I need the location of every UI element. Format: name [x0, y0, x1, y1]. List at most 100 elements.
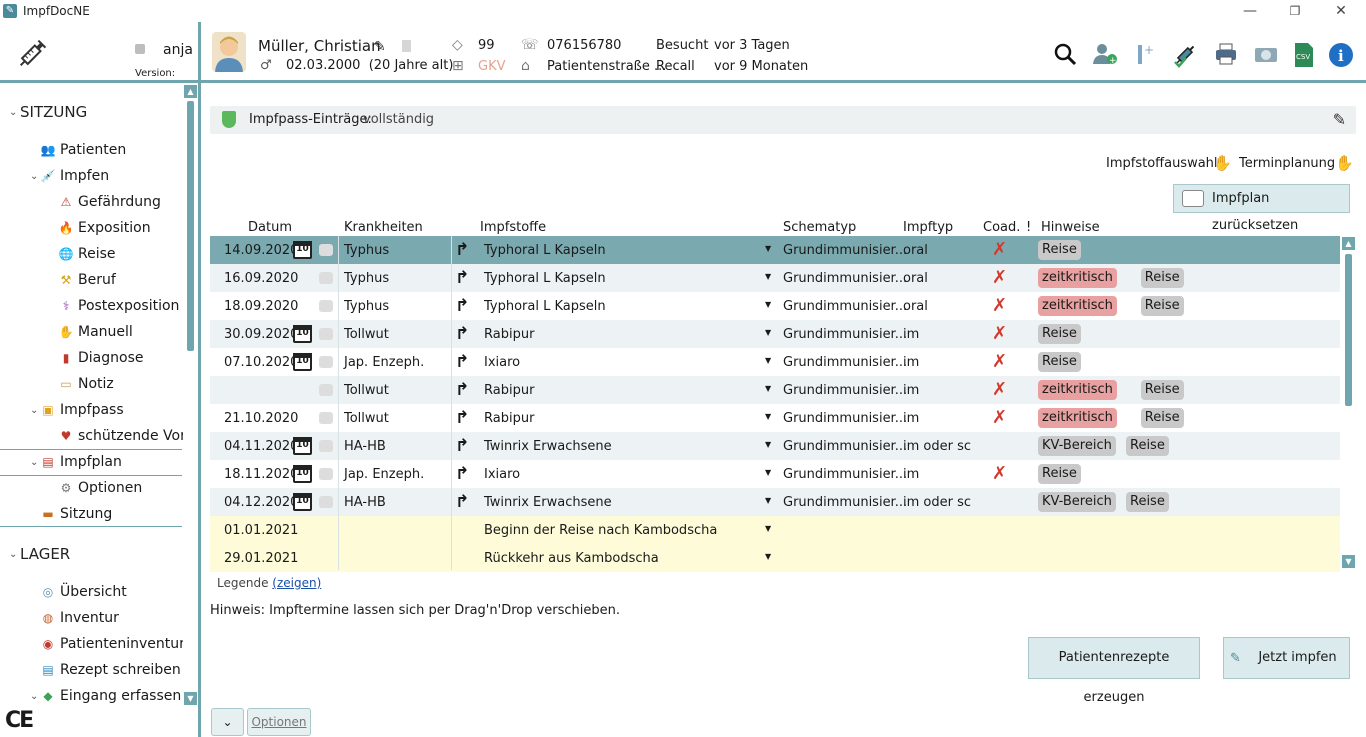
- table-row[interactable]: 29.01.2021 Rückkehr aus Kambodscha ▼: [210, 544, 1340, 572]
- scroll-thumb[interactable]: [187, 101, 194, 351]
- sidebar-item-postexposition[interactable]: ⚕ Postexposition: [58, 298, 180, 314]
- cell-schema[interactable]: Grundimmunisier...: [783, 271, 907, 286]
- restore-button[interactable]: ❐: [1280, 2, 1310, 20]
- cell-impftyp[interactable]: oral: [903, 243, 928, 258]
- cell-date[interactable]: 30.09.2020: [224, 327, 298, 342]
- chevron-down-icon[interactable]: ⌄: [30, 691, 38, 702]
- lock-icon[interactable]: [319, 356, 333, 368]
- cell-vaccine[interactable]: Twinrix Erwachsene: [484, 439, 612, 454]
- cell-event[interactable]: Beginn der Reise nach Kambodscha: [484, 523, 717, 538]
- sidebar-item-schuetzende-vorerkrankungen[interactable]: ♥schützende Vorer: [58, 428, 183, 444]
- forward-arrow-icon[interactable]: ↱: [455, 408, 469, 428]
- options-button[interactable]: Optionen: [247, 708, 311, 736]
- cell-schema[interactable]: Grundimmunisier...: [783, 411, 907, 426]
- dropdown-arrow-icon[interactable]: ▼: [765, 496, 771, 505]
- search-icon[interactable]: [1051, 42, 1079, 70]
- table-row[interactable]: 04.12.2020 10 HA-HB ↱ Twinrix Erwachsene ▼ Gru…: [210, 488, 1340, 516]
- lock-icon[interactable]: [319, 244, 333, 256]
- table-row[interactable]: 16.09.2020 Typhus ↱ Typhoral L Kapseln ▼ Grun…: [210, 264, 1340, 292]
- dropdown-arrow-icon[interactable]: ▼: [765, 328, 771, 337]
- lock-icon[interactable]: [319, 468, 333, 480]
- header-hinweise[interactable]: Hinweise: [1041, 220, 1100, 235]
- sidebar-item-notiz[interactable]: ▭ Notiz: [58, 376, 113, 392]
- cell-vaccine[interactable]: Rabipur: [484, 327, 534, 342]
- sidebar-item-optionen[interactable]: ⚙ Optionen: [58, 480, 143, 496]
- scroll-up-button[interactable]: ▲: [1342, 237, 1355, 250]
- chevron-down-icon[interactable]: ⌄: [30, 171, 38, 182]
- table-row[interactable]: 07.10.2020 10 Jap. Enzeph. ↱ Ixiaro ▼ Grundimm…: [210, 348, 1340, 376]
- forward-arrow-icon[interactable]: ↱: [455, 492, 469, 512]
- cell-impftyp[interactable]: im: [903, 327, 919, 342]
- info-icon[interactable]: i: [1327, 42, 1355, 70]
- table-row[interactable]: 04.11.2020 10 HA-HB ↱ Twinrix Erwachsene ▼ Gru…: [210, 432, 1340, 460]
- minimize-button[interactable]: —: [1235, 2, 1265, 20]
- create-prescriptions-button[interactable]: Patientenrezepte erzeugen: [1028, 637, 1200, 705]
- sidebar-section-lager[interactable]: LAGER: [20, 545, 70, 563]
- forward-arrow-icon[interactable]: ↱: [455, 296, 469, 316]
- sidebar-item-inventur[interactable]: ◍ Inventur: [40, 610, 119, 626]
- cell-date[interactable]: 04.11.2020: [224, 439, 298, 454]
- cell-date[interactable]: 07.10.2020: [224, 355, 298, 370]
- csv-icon[interactable]: CSV: [1290, 42, 1318, 70]
- lock-icon[interactable]: [319, 496, 333, 508]
- calendar-icon[interactable]: 10: [293, 465, 312, 483]
- cell-schema[interactable]: Grundimmunisier...: [783, 383, 907, 398]
- cell-vaccine[interactable]: Typhoral L Kapseln: [484, 243, 606, 258]
- dropdown-arrow-icon[interactable]: ▼: [765, 244, 771, 253]
- scroll-down-button[interactable]: ▼: [184, 692, 197, 705]
- sidebar-item-patienten[interactable]: 👥 Patienten: [40, 142, 127, 158]
- lock-icon[interactable]: [319, 300, 333, 312]
- sidebar-item-sitzung[interactable]: ▬ Sitzung: [40, 506, 112, 522]
- sidebar-item-impfen[interactable]: 💉 Impfen: [40, 168, 110, 184]
- cell-schema[interactable]: Grundimmunisier...: [783, 243, 907, 258]
- forward-arrow-icon[interactable]: ↱: [455, 240, 469, 260]
- header-impfstoffe[interactable]: Impfstoffe: [480, 220, 546, 235]
- dropdown-arrow-icon[interactable]: ▼: [765, 524, 771, 533]
- cell-impftyp[interactable]: im oder sc: [903, 495, 971, 510]
- calendar-icon[interactable]: 10: [293, 493, 312, 511]
- cell-schema[interactable]: Grundimmunisier...: [783, 327, 907, 342]
- vaccinate-now-button[interactable]: ✎ Jetzt impfen: [1223, 637, 1350, 679]
- sidebar-item-patienteninventur[interactable]: ◉ Patienteninventur: [40, 636, 185, 652]
- cell-vaccine[interactable]: Twinrix Erwachsene: [484, 495, 612, 510]
- patient-avatar[interactable]: [212, 32, 246, 72]
- cell-schema[interactable]: Grundimmunisier...: [783, 467, 907, 482]
- table-row[interactable]: 01.01.2021 Beginn der Reise nach Kambodsc…: [210, 516, 1340, 544]
- dropdown-arrow-icon[interactable]: ▼: [765, 272, 771, 281]
- sidebar-item-diagnose[interactable]: ▮ Diagnose: [58, 350, 144, 366]
- sidebar-item-rezept-schreiben[interactable]: ▤ Rezept schreiben: [40, 662, 180, 678]
- sidebar-item-impfplan[interactable]: ▤ Impfplan: [40, 454, 121, 470]
- header-schematyp[interactable]: Schematyp: [783, 220, 856, 235]
- table-row[interactable]: 18.11.2020 10 Jap. Enzeph. ↱ Ixiaro ▼ Grundimm…: [210, 460, 1340, 488]
- cell-event[interactable]: Rückkehr aus Kambodscha: [484, 551, 659, 566]
- dropdown-arrow-icon[interactable]: ▼: [765, 440, 771, 449]
- sidebar-item-beruf[interactable]: ⚒ Beruf: [58, 272, 116, 288]
- lock-icon[interactable]: [135, 44, 145, 54]
- forward-arrow-icon[interactable]: ↱: [455, 436, 469, 456]
- cell-vaccine[interactable]: Typhoral L Kapseln: [484, 299, 606, 314]
- scroll-up-button[interactable]: ▲: [184, 85, 197, 98]
- hand-icon[interactable]: ✋: [1335, 154, 1354, 172]
- panel-divider[interactable]: [198, 22, 201, 737]
- cell-vaccine[interactable]: Ixiaro: [484, 355, 520, 370]
- header-krankheiten[interactable]: Krankheiten: [344, 220, 423, 235]
- sidebar-item-gefaehrdung[interactable]: ⚠ Gefährdung: [58, 194, 161, 210]
- cell-schema[interactable]: Grundimmunisier...: [783, 439, 907, 454]
- sidebar-section-sitzung[interactable]: SITZUNG: [20, 103, 87, 121]
- expand-button[interactable]: ⌄: [211, 708, 244, 736]
- chevron-down-icon[interactable]: ⌄: [30, 457, 38, 468]
- cell-date[interactable]: 04.12.2020: [224, 495, 298, 510]
- chevron-down-icon[interactable]: ⌄: [30, 405, 38, 416]
- dropdown-arrow-icon[interactable]: ▼: [765, 300, 771, 309]
- header-datum[interactable]: Datum: [248, 220, 292, 235]
- sidebar-item-eingang-erfassen[interactable]: ◆ Eingang erfassen: [40, 688, 181, 704]
- cell-impftyp[interactable]: im oder sc: [903, 439, 971, 454]
- sidebar-item-exposition[interactable]: 🔥 Exposition: [58, 220, 151, 236]
- table-row[interactable]: 21.10.2020 Tollwut ↱ Rabipur ▼ Grundimmunisie…: [210, 404, 1340, 432]
- header-coad[interactable]: Coad.: [983, 220, 1020, 235]
- cell-vaccine[interactable]: Rabipur: [484, 383, 534, 398]
- print-icon[interactable]: [1212, 42, 1240, 70]
- camera-icon[interactable]: [1252, 42, 1280, 70]
- header-exclamation[interactable]: !: [1026, 220, 1031, 235]
- header-impftyp[interactable]: Impftyp: [903, 220, 953, 235]
